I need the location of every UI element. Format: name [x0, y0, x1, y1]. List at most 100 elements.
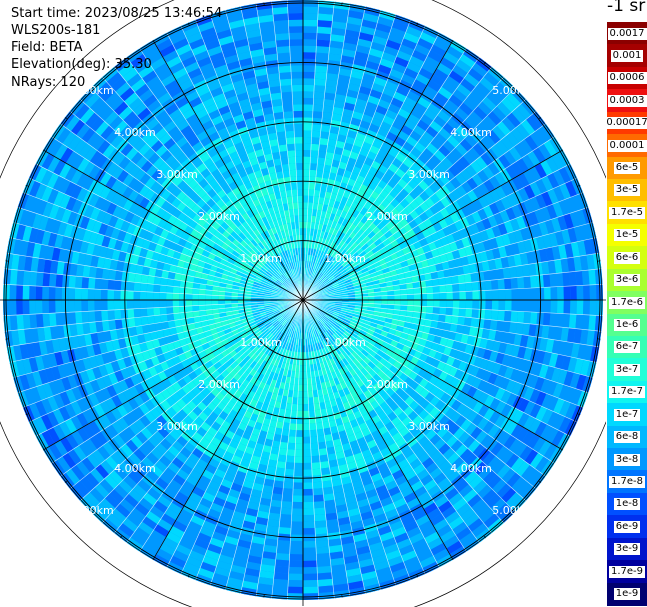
range-gate-cell — [498, 289, 506, 300]
range-gate-cell — [133, 300, 141, 309]
range-gate-cell — [308, 410, 316, 418]
range-gate-cell — [303, 501, 314, 509]
range-gate-cell — [42, 272, 51, 287]
range-gate-cell — [478, 280, 486, 291]
range-gate-cell — [322, 480, 333, 489]
range-gate-cell — [100, 289, 108, 300]
range-gate-cell — [303, 110, 313, 118]
range-gate-cell — [81, 288, 89, 300]
range-gate-cell — [406, 288, 414, 295]
range-gate-cell — [485, 300, 493, 310]
range-gate-cell — [313, 507, 326, 515]
range-gate-cell — [523, 311, 531, 324]
range-gate-cell — [275, 552, 290, 561]
range-gate-cell — [276, 546, 291, 554]
range-gate-cell — [127, 272, 136, 283]
range-gate-cell — [308, 182, 316, 190]
range-gate-cell — [444, 314, 453, 324]
range-gate-cell — [107, 289, 115, 300]
range-gate-cell — [292, 501, 303, 509]
range-gate-cell — [310, 150, 319, 158]
range-gate-cell — [316, 32, 331, 41]
range-gate-cell — [322, 111, 333, 120]
range-gate-cell — [303, 136, 312, 144]
range-gate-cell — [205, 300, 212, 306]
range-gate-cell — [127, 281, 135, 292]
range-gate-cell — [464, 273, 472, 283]
range-gate-cell — [484, 309, 492, 320]
range-gate-cell — [55, 274, 64, 288]
range-gate-cell — [318, 144, 328, 152]
range-gate-cell — [570, 300, 577, 315]
range-gate-cell — [303, 39, 317, 47]
range-gate-cell — [284, 468, 295, 476]
range-gate-cell — [320, 461, 330, 469]
range-gate-cell — [517, 276, 525, 289]
range-gate-cell — [491, 309, 499, 321]
range-gate-cell — [426, 286, 434, 294]
range-gate-cell — [504, 289, 512, 300]
range-gate-cell — [283, 481, 294, 489]
range-gate-cell — [496, 268, 505, 280]
range-gate-cell — [439, 285, 447, 293]
range-gate-cell — [303, 521, 315, 529]
range-gate-cell — [287, 586, 303, 594]
range-gate-cell — [159, 307, 167, 315]
range-gate-cell — [139, 291, 147, 300]
range-gate-cell — [303, 423, 310, 431]
range-gate-cell — [287, 580, 303, 587]
range-gate-cell — [153, 307, 161, 316]
range-gate-cell — [550, 300, 558, 314]
range-gate-cell — [303, 117, 313, 125]
range-gate-cell — [312, 117, 323, 125]
range-gate-cell — [317, 441, 327, 450]
range-gate-cell — [317, 150, 327, 159]
range-gate-cell — [287, 442, 296, 450]
range-gate-cell — [172, 293, 180, 300]
range-gate-cell — [9, 315, 18, 331]
range-gate-cell — [49, 312, 57, 327]
range-gate-cell — [312, 475, 323, 483]
range-gate-cell — [315, 546, 330, 554]
range-gate-cell — [94, 300, 102, 311]
range-gate-cell — [476, 271, 485, 282]
range-gate-cell — [147, 275, 155, 285]
range-gate-cell — [504, 310, 512, 322]
range-gate-cell — [374, 300, 382, 305]
range-gate-cell — [279, 514, 292, 522]
range-gate-cell — [432, 285, 440, 294]
range-gate-cell — [320, 131, 330, 139]
range-gate-cell — [303, 430, 311, 437]
range-gate-cell — [297, 397, 303, 405]
range-gate-cell — [271, 493, 283, 502]
range-gate-cell — [303, 221, 308, 229]
range-gate-cell — [313, 91, 325, 99]
range-gate-cell — [313, 501, 325, 509]
range-gate-cell — [472, 290, 480, 300]
range-gate-cell — [303, 567, 318, 574]
range-gate-cell — [316, 552, 331, 561]
range-gate-cell — [311, 462, 321, 470]
range-gate-cell — [576, 300, 584, 315]
range-gate-cell — [35, 313, 44, 328]
range-gate-cell — [294, 462, 303, 470]
range-gate-cell — [16, 314, 25, 330]
range-gate-cell — [133, 282, 141, 292]
range-gate-cell — [511, 288, 519, 300]
range-gate-cell — [317, 157, 326, 165]
range-gate-cell — [68, 300, 76, 313]
range-gate-cell — [483, 270, 492, 281]
range-gate-cell — [298, 378, 303, 385]
range-gate-cell — [589, 300, 597, 316]
range-gate-cell — [126, 300, 134, 310]
range-gate-cell — [303, 573, 318, 581]
range-gate-cell — [291, 514, 303, 522]
range-gate-cell — [472, 300, 480, 310]
range-gate-cell — [9, 284, 17, 300]
range-gate-cell — [517, 300, 525, 312]
range-gate-cell — [55, 287, 63, 300]
range-gate-cell — [185, 300, 193, 307]
range-gate-cell — [308, 403, 315, 411]
range-gate-cell — [556, 286, 564, 300]
range-gate-cell — [293, 475, 303, 483]
